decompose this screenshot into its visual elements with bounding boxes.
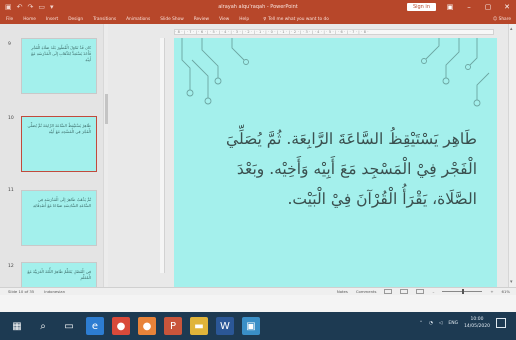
clock-date: 14/05/2020 bbox=[464, 324, 490, 329]
language-indicator[interactable]: Indonesian bbox=[44, 289, 65, 294]
search-icon[interactable]: ⌕ bbox=[34, 317, 52, 335]
maximize-icon[interactable]: ▢ bbox=[483, 3, 493, 11]
share-button[interactable]: ☺ Share bbox=[493, 17, 511, 22]
tab-view[interactable]: View bbox=[219, 17, 229, 22]
tab-animations[interactable]: Animations bbox=[126, 17, 150, 22]
system-tray: ⌃ ◔ ◁ ENG 10:00 14/05/2020 bbox=[419, 316, 506, 330]
tab-insert[interactable]: Insert bbox=[46, 17, 58, 22]
tell-me-label: Tell me what you want to do bbox=[268, 16, 329, 22]
normal-view-icon[interactable] bbox=[384, 289, 393, 294]
slides-panel: 9 كان قَدْ تَنَاوَلَ الْفُطُورَ بَعْدَ ص… bbox=[0, 24, 108, 318]
edge-icon[interactable]: e bbox=[86, 317, 104, 335]
undo-icon[interactable]: ↶ bbox=[17, 0, 23, 14]
zoom-slider-thumb[interactable] bbox=[462, 289, 465, 294]
scroll-down-icon[interactable]: ▾ bbox=[510, 279, 513, 285]
slide-number: 9 bbox=[8, 42, 11, 47]
slide-thumbnail[interactable]: ثُمَّ يَذْهَبُ طَاهِرٌ إِلَى الْمَدْرَسَ… bbox=[21, 190, 97, 246]
volume-icon[interactable]: ◁ bbox=[439, 321, 442, 326]
tab-design[interactable]: Design bbox=[68, 17, 83, 22]
slide-number: 10 bbox=[8, 116, 14, 121]
photos-icon[interactable]: ▣ bbox=[242, 317, 260, 335]
slide-number: 11 bbox=[8, 188, 14, 193]
tab-home[interactable]: Home bbox=[23, 17, 36, 22]
tell-me-box[interactable]: ♀ Tell me what you want to do bbox=[263, 17, 329, 22]
zoom-slider[interactable] bbox=[442, 289, 483, 294]
thumbnail-text: كان قَدْ تَنَاوَلَ الْفُطُورَ بَعْدَ صَل… bbox=[31, 45, 91, 62]
sign-in-button[interactable]: Sign in bbox=[406, 3, 436, 11]
current-slide[interactable]: طَاهِر يَسْتَيْقِظُ السَّاعَةَ الرَّابِع… bbox=[174, 38, 497, 296]
tab-review[interactable]: Review bbox=[194, 17, 209, 22]
slide-thumbnail[interactable]: كان قَدْ تَنَاوَلَ الْفُطُورَ بَعْدَ صَل… bbox=[21, 38, 97, 94]
lightbulb-icon: ♀ bbox=[263, 16, 267, 22]
taskview-icon[interactable]: ▭ bbox=[60, 317, 78, 335]
thumbnail-text: فِي الْفَصْلِ يَتَعَلَّمُ طَاهِرٌ اللُّغ… bbox=[27, 269, 91, 280]
tab-help[interactable]: Help bbox=[239, 17, 249, 22]
title-bar: ▣ ↶ ↷ ▭ ▾ alrayah alqu'raqah - PowerPoin… bbox=[0, 0, 516, 14]
tab-transitions[interactable]: Transitions bbox=[93, 17, 116, 22]
thumbnail-text: طَاهِرٌ يَسْتَيْقِظُ السَّاعَةَ الرَّابِ… bbox=[27, 123, 92, 134]
start-icon[interactable]: ▦ bbox=[8, 317, 26, 335]
redo-icon[interactable]: ↷ bbox=[28, 0, 34, 14]
present-icon[interactable]: ▭ bbox=[38, 0, 45, 14]
input-language[interactable]: ENG bbox=[448, 321, 458, 326]
reading-view-icon[interactable] bbox=[416, 289, 425, 294]
desktop-strip bbox=[0, 295, 516, 312]
word-icon[interactable]: W bbox=[216, 317, 234, 335]
taskbar-apps: ▦ ⌕ ▭ e ● ● P ▬ W ▣ bbox=[0, 317, 260, 335]
quick-access-toolbar: ▣ ↶ ↷ ▭ ▾ bbox=[0, 0, 120, 14]
comments-button[interactable]: Comments bbox=[356, 289, 377, 294]
clock-time: 10:00 bbox=[470, 317, 484, 322]
explorer-icon[interactable]: ▬ bbox=[190, 317, 208, 335]
slide-editor: ·8·|·7·|·6·|·5·|·4·|·3·|·2·|·1·|·0·|·1·|… bbox=[108, 24, 516, 296]
scroll-up-icon[interactable]: ▴ bbox=[510, 26, 513, 32]
save-icon[interactable]: ▣ bbox=[5, 0, 12, 14]
slide-body-text[interactable]: طَاهِر يَسْتَيْقِظُ السَّاعَةَ الرَّابِع… bbox=[192, 124, 477, 214]
status-controls: Notes Comments – + 61% bbox=[337, 289, 510, 294]
slide-thumbnail-selected[interactable]: طَاهِرٌ يَسْتَيْقِظُ السَّاعَةَ الرَّابِ… bbox=[21, 116, 97, 172]
chevron-up-icon[interactable]: ⌃ bbox=[419, 321, 423, 326]
ribbon-display-icon[interactable]: ▣ bbox=[445, 3, 455, 11]
close-icon[interactable]: ✕ bbox=[502, 3, 512, 11]
slide-info: Slide 10 of 35 bbox=[8, 289, 35, 294]
status-bar: Slide 10 of 35 Indonesian Notes Comments… bbox=[0, 287, 516, 295]
slide-sorter-icon[interactable] bbox=[400, 289, 409, 294]
thumbnail-text: ثُمَّ يَذْهَبُ طَاهِرٌ إِلَى الْمَدْرَسَ… bbox=[33, 197, 91, 208]
tab-file[interactable]: File bbox=[6, 17, 13, 22]
ribbon-tabs: File Home Insert Design Transitions Anim… bbox=[0, 14, 516, 24]
vertical-ruler bbox=[160, 38, 165, 273]
chrome-icon[interactable]: ● bbox=[112, 317, 130, 335]
zoom-out-icon[interactable]: – bbox=[432, 289, 434, 294]
notification-icon[interactable] bbox=[496, 318, 506, 328]
window-controls: Sign in ▣ – ▢ ✕ bbox=[406, 0, 512, 14]
zoom-in-icon[interactable]: + bbox=[490, 289, 493, 294]
powerpoint-icon[interactable]: P bbox=[164, 317, 182, 335]
clock[interactable]: 10:00 14/05/2020 bbox=[464, 316, 490, 330]
tab-slide-show[interactable]: Slide Show bbox=[160, 17, 183, 22]
horizontal-ruler: ·8·|·7·|·6·|·5·|·4·|·3·|·2·|·1·|·0·|·1·|… bbox=[174, 29, 494, 35]
taskbar: ▦ ⌕ ▭ e ● ● P ▬ W ▣ ⌃ ◔ ◁ ENG 10:00 14/05/2020 bbox=[0, 312, 516, 340]
network-icon[interactable]: ◔ bbox=[429, 321, 433, 326]
editor-scrollbar[interactable]: ▴ ▾ bbox=[508, 24, 516, 287]
share-label: Share bbox=[498, 16, 511, 22]
slide-number: 12 bbox=[8, 264, 14, 269]
firefox-icon[interactable]: ● bbox=[138, 317, 156, 335]
minimize-icon[interactable]: – bbox=[464, 3, 474, 11]
customize-icon[interactable]: ▾ bbox=[50, 0, 54, 14]
notes-button[interactable]: Notes bbox=[337, 289, 348, 294]
powerpoint-window: ▣ ↶ ↷ ▭ ▾ alrayah alqu'raqah - PowerPoin… bbox=[0, 0, 516, 340]
zoom-level[interactable]: 61% bbox=[502, 289, 510, 294]
